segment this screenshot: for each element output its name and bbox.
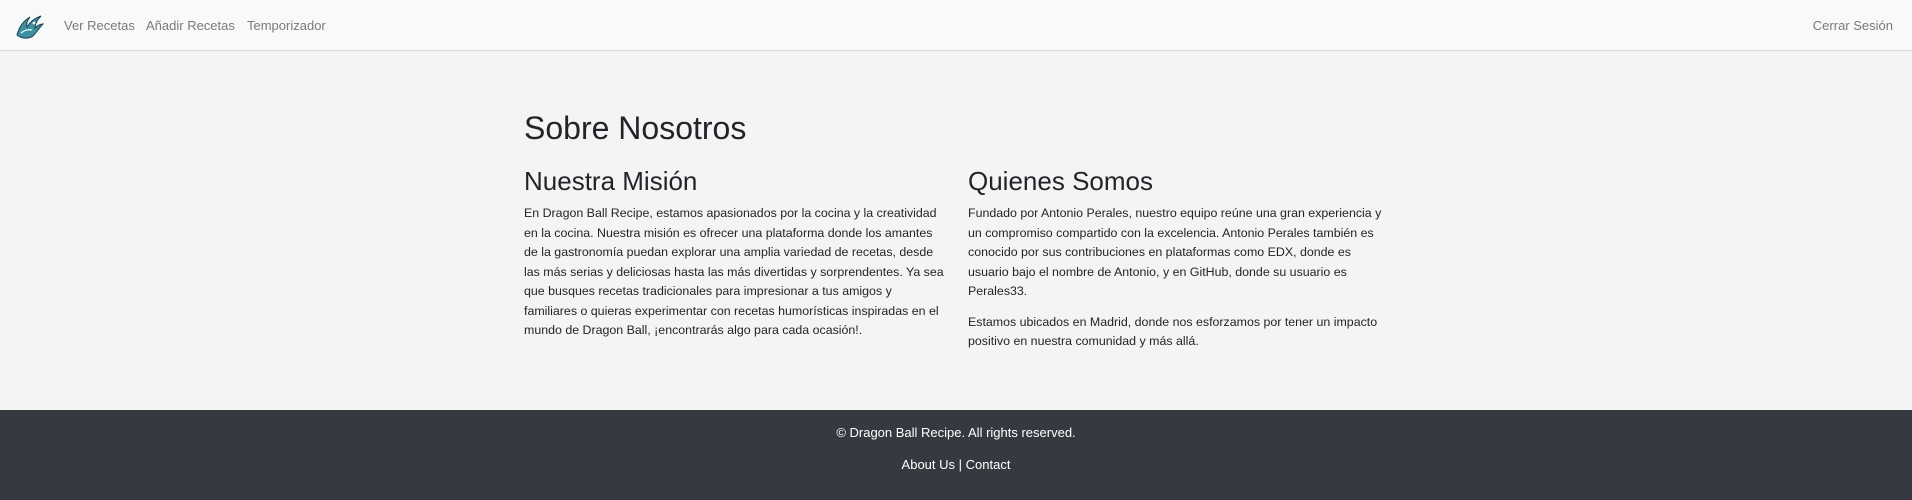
mission-section: Nuestra Misión En Dragon Ball Recipe, es…: [524, 166, 944, 352]
nav-link-temporizador[interactable]: Temporizador: [247, 18, 326, 33]
site-footer: © Dragon Ball Recipe. All rights reserve…: [0, 410, 1912, 500]
footer-links: About Us | Contact: [0, 457, 1912, 472]
about-us-link[interactable]: About Us: [902, 457, 955, 472]
nav-link-anadir-recetas[interactable]: Añadir Recetas: [146, 18, 235, 33]
about-paragraph: Fundado por Antonio Perales, nuestro equ…: [968, 206, 1382, 299]
top-navbar: Ver Recetas Añadir Recetas Temporizador …: [0, 0, 1912, 51]
nav-link-ver-recetas[interactable]: Ver Recetas: [64, 18, 135, 33]
main-content: Sobre Nosotros Nuestra Misión En Dragon …: [0, 51, 1912, 410]
page-title: Sobre Nosotros: [524, 110, 747, 146]
logout-link[interactable]: Cerrar Sesión: [1813, 18, 1893, 33]
footer-separator: |: [955, 457, 966, 472]
mission-heading: Nuestra Misión: [524, 166, 698, 196]
copyright-text: © Dragon Ball Recipe. All rights reserve…: [836, 425, 1076, 440]
about-section: Quienes Somos Fundado por Antonio Perale…: [968, 166, 1388, 363]
mission-text: En Dragon Ball Recipe, estamos apasionad…: [524, 206, 944, 338]
dragon-logo-icon[interactable]: [13, 9, 45, 41]
about-heading: Quienes Somos: [968, 166, 1153, 196]
contact-link[interactable]: Contact: [966, 457, 1011, 472]
location-paragraph: Estamos ubicados en Madrid, donde nos es…: [968, 314, 1378, 349]
